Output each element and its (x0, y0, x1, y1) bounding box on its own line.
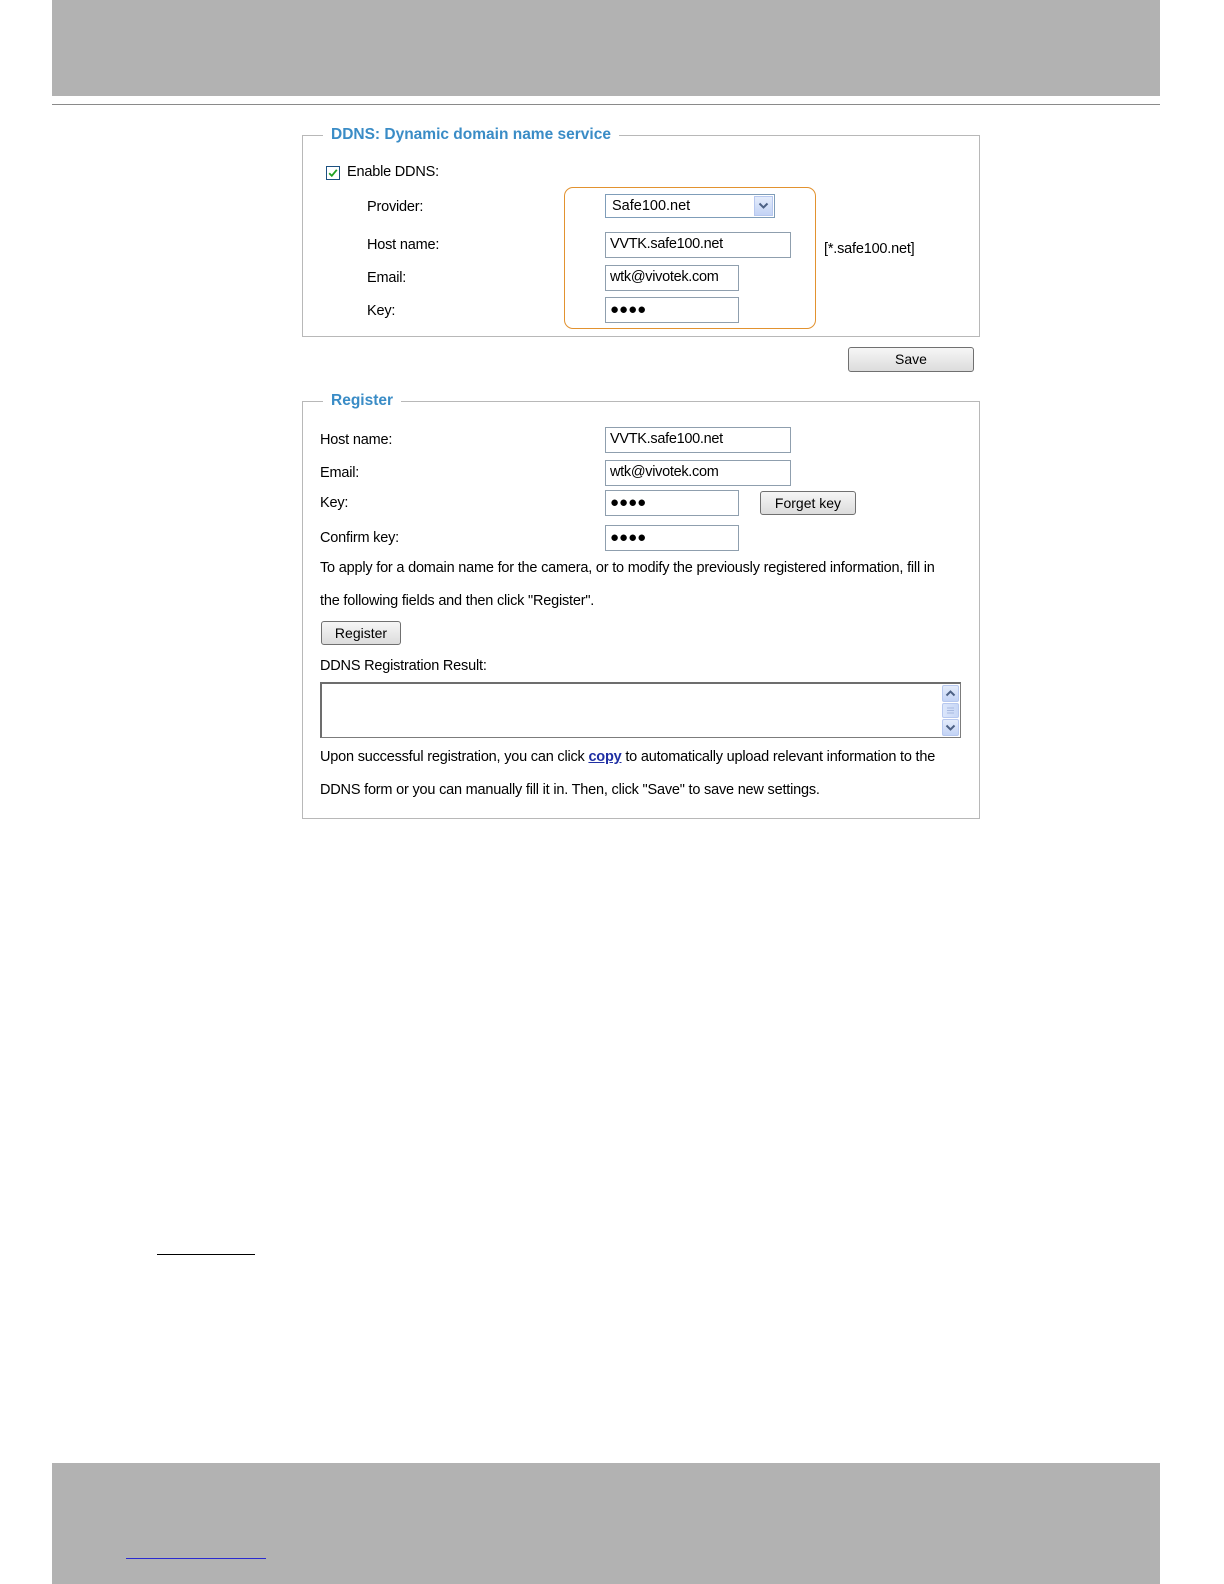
register-legend: Register (323, 392, 402, 410)
registration-result-textarea[interactable] (320, 682, 961, 738)
register-email-input[interactable]: wtk@vivotek.com (605, 460, 791, 486)
host-name-label: Host name: (367, 237, 440, 253)
register-key-input[interactable]: ●●●● (605, 490, 739, 516)
upon-registration-line2: DDNS form or you can manually fill it in… (320, 782, 820, 798)
confirm-key-input[interactable]: ●●●● (605, 525, 739, 551)
email-label: Email: (367, 270, 407, 286)
host-suffix-label: [*.safe100.net] (824, 241, 915, 257)
register-email-label: Email: (320, 465, 360, 481)
checkmark-icon (328, 169, 338, 178)
forget-key-button[interactable]: Forget key (760, 491, 856, 515)
chevron-down-icon[interactable] (754, 196, 773, 216)
page-header-band (52, 0, 1160, 96)
key-label: Key: (367, 303, 396, 319)
header-rule (52, 104, 1160, 105)
registration-result-label: DDNS Registration Result: (320, 658, 487, 674)
register-key-label: Key: (320, 495, 349, 511)
result-scrollbar[interactable] (942, 685, 959, 736)
email-input[interactable]: wtk@vivotek.com (605, 265, 739, 291)
scroll-thumb[interactable] (942, 703, 959, 718)
register-host-name-label: Host name: (320, 432, 393, 448)
register-button[interactable]: Register (321, 621, 401, 645)
register-host-name-input[interactable]: VVTK.safe100.net (605, 427, 791, 453)
enable-ddns-checkbox[interactable] (326, 166, 340, 180)
copy-link[interactable]: copy (588, 749, 621, 765)
scroll-down-icon[interactable] (942, 719, 959, 736)
upon-suffix: to automatically upload relevant informa… (621, 749, 936, 765)
scroll-up-icon[interactable] (942, 685, 959, 702)
provider-label: Provider: (367, 199, 424, 215)
footnote-rule (157, 1254, 255, 1255)
register-instructions-line2: the following fields and then click "Reg… (320, 593, 595, 609)
host-name-input[interactable]: VVTK.safe100.net (605, 232, 791, 258)
enable-ddns-label: Enable DDNS: (347, 164, 439, 180)
register-instructions-line1: To apply for a domain name for the camer… (320, 560, 935, 576)
upon-registration-line1: Upon successful registration, you can cl… (320, 749, 935, 765)
ddns-legend: DDNS: Dynamic domain name service (323, 126, 619, 144)
footer-link-underline (126, 1558, 266, 1559)
upon-prefix: Upon successful registration, you can cl… (320, 749, 589, 765)
provider-select[interactable]: Safe100.net (605, 194, 775, 218)
provider-value: Safe100.net (612, 198, 691, 214)
page-footer-band (52, 1463, 1160, 1584)
confirm-key-label: Confirm key: (320, 530, 399, 546)
key-password-input[interactable]: ●●●● (605, 297, 739, 323)
save-button[interactable]: Save (848, 347, 974, 372)
